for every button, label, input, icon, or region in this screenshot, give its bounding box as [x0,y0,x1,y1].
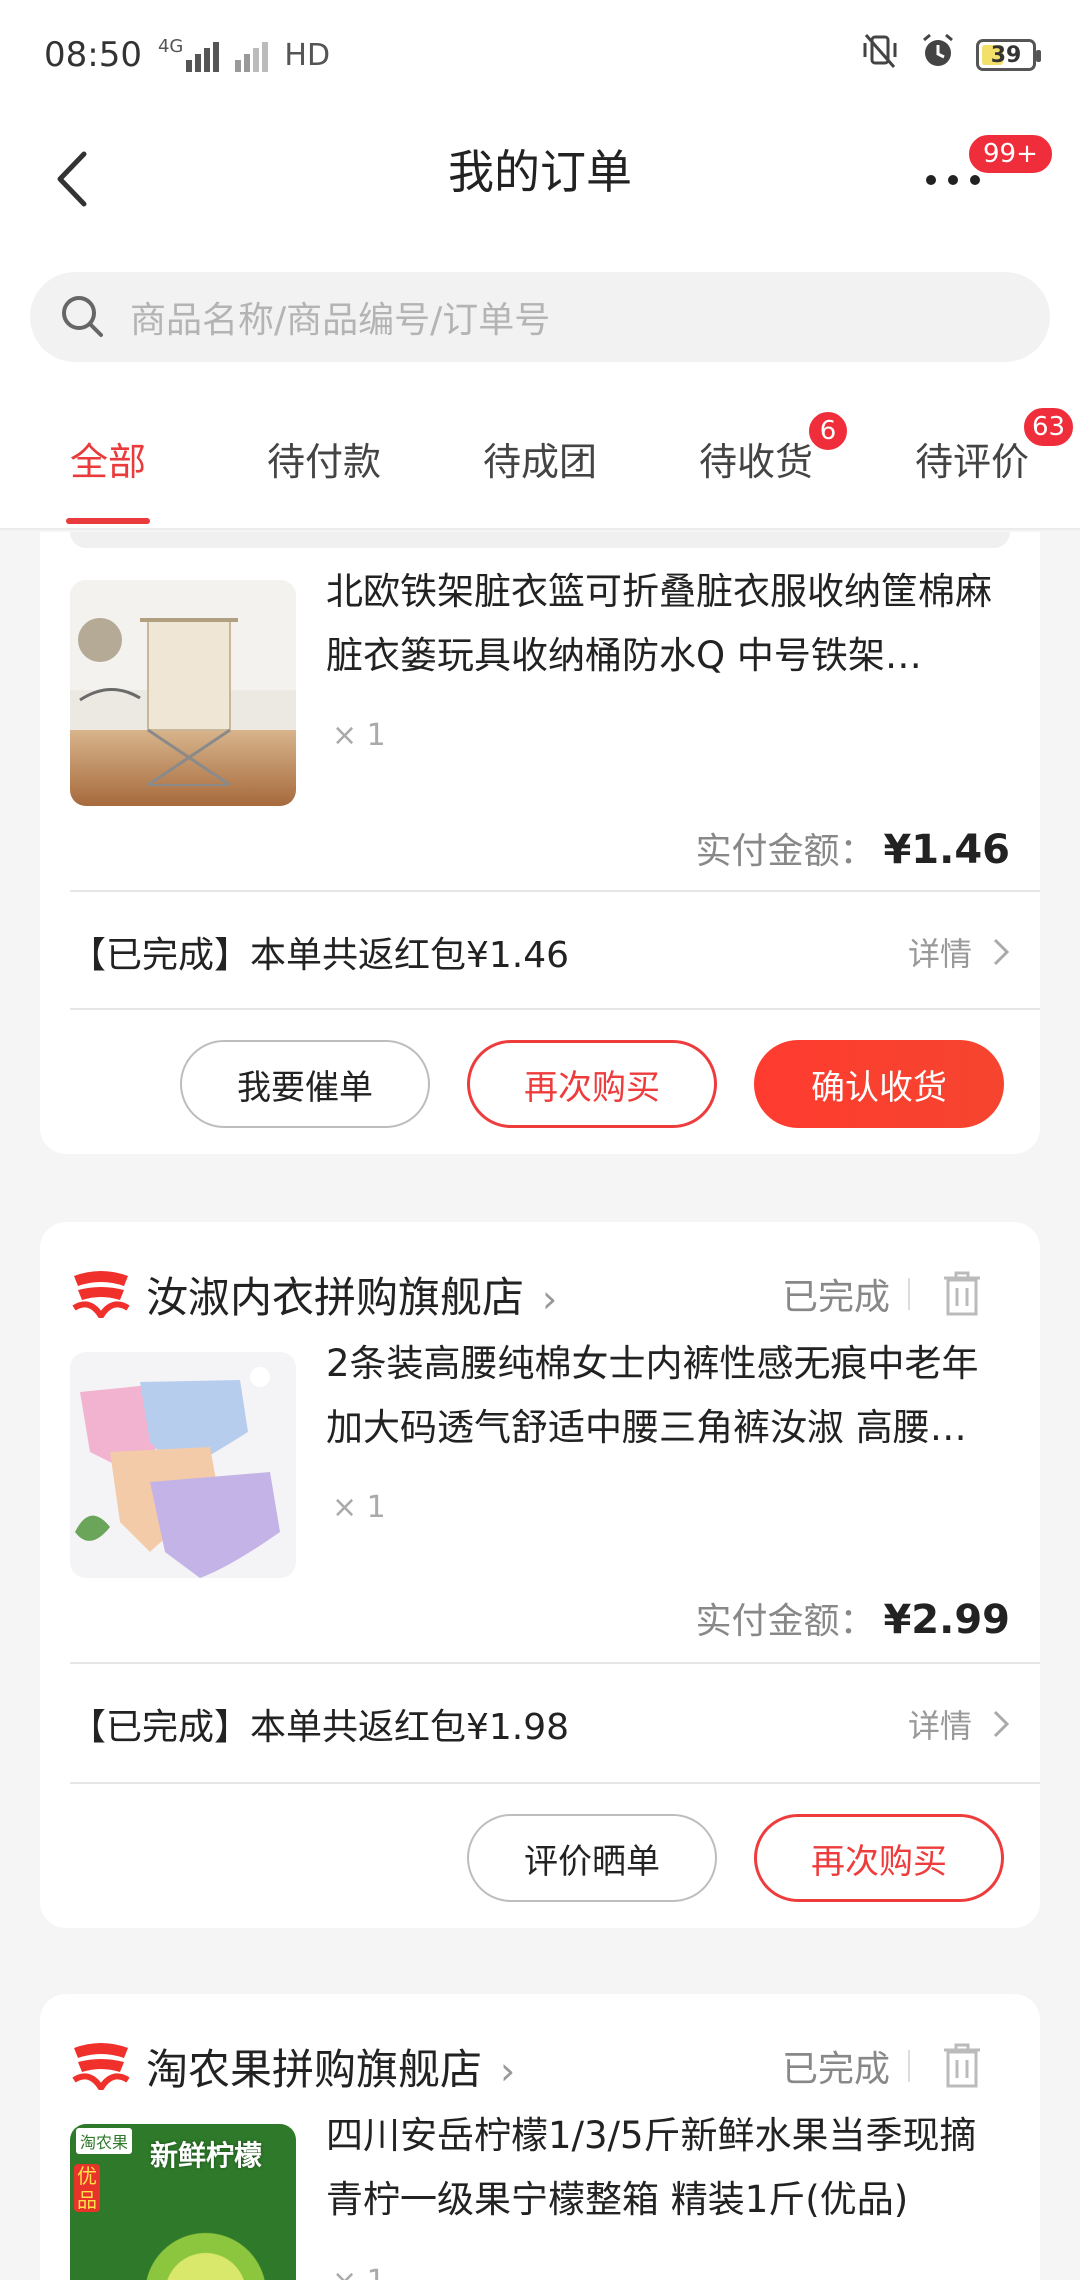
image-title: 新鲜柠檬 [150,2139,263,2172]
shop-logo-icon [72,2043,130,2090]
search-placeholder: 商品名称/商品编号/订单号 [130,300,551,341]
rebate-text: 【已完成】本单共返红包¥1.46 [70,935,570,976]
confirm-receipt-button[interactable]: 确认收货 [754,1040,1004,1128]
order-status: 已完成 [781,2049,890,2090]
review-button[interactable]: 评价晒单 [467,1814,717,1902]
order-card[interactable]: 淘农果拼购旗舰店 › 已完成 淘农果 新鲜柠檬 优品 四川安岳柠檬1/3/5斤新鲜… [40,1994,1040,2280]
detail-link[interactable]: 详情 [908,1701,1010,1747]
search-input[interactable]: 商品名称/商品编号/订单号 [30,272,1050,362]
product-title[interactable]: 2条装高腰纯棉女士内裤性感无痕中老年加大码透气舒适中腰三角裤汝淑 高腰… [326,1332,1010,1460]
tab-label: 待评价 [914,439,1029,484]
detail-label: 详情 [907,935,972,973]
product-image[interactable] [70,1352,296,1578]
paid-amount: ¥1.46 [883,827,1010,873]
paid-row: 实付金额： ¥2.99 [695,1592,1010,1644]
hd-indicator: HD [284,37,331,73]
detail-link[interactable]: 详情 [908,929,1010,975]
battery-level: 39 [990,42,1022,68]
shop-name-text: 淘农果拼购旗舰店 [146,2045,483,2094]
app-header: 我的订单 99+ [0,110,1080,270]
status-right: 39 [860,31,1041,80]
search-icon [62,296,103,337]
paid-row: 实付金额： ¥1.46 [695,822,1010,874]
paid-amount: ¥2.99 [883,1597,1010,1643]
shop-name[interactable]: 淘农果拼购旗舰店 › [146,2036,515,2097]
tab-label: 待付款 [266,439,381,484]
status-time: 08:50 [44,35,142,75]
divider [70,1662,1040,1664]
battery-icon: 39 [976,39,1041,71]
divider [70,1008,1040,1010]
status-left: 08:50 4G HD [44,35,330,75]
tab-all[interactable]: 全部 [0,388,216,528]
product-image[interactable] [70,580,296,806]
product-quantity: × 1 [332,1490,386,1525]
tab-label: 待成团 [482,439,597,484]
tab-pending-payment[interactable]: 待付款 [216,388,432,528]
status-bar: 08:50 4G HD 39 [0,0,1080,110]
laundry-basket-image [70,580,296,806]
image-brand: 淘农果 [76,2128,133,2154]
signal-2-icon [235,38,269,72]
trash-icon[interactable] [940,1268,984,1318]
order-status: 已完成 [781,1277,890,1318]
trash-icon[interactable] [940,2040,984,2090]
rebate-text: 【已完成】本单共返红包¥1.98 [70,1707,570,1748]
shop-name-text: 汝淑内衣拼购旗舰店 [146,1273,525,1322]
product-title[interactable]: 北欧铁架脏衣篮可折叠脏衣服收纳筐棉麻脏衣篓玩具收纳桶防水Q 中号铁架… [326,560,1010,688]
divider [908,2050,910,2082]
divider [908,1278,910,1310]
tab-label: 全部 [69,439,146,484]
pending-review-badge: 63 [1022,406,1076,448]
order-card[interactable]: 北欧铁架脏衣篮可折叠脏衣服收纳筐棉麻脏衣篓玩具收纳桶防水Q 中号铁架… × 1 … [40,532,1040,1154]
paid-label: 实付金额： [695,831,876,872]
shop-logo-icon [72,1271,130,1318]
product-title[interactable]: 四川安岳柠檬1/3/5斤新鲜水果当季现摘青柠一级果宁檬整箱 精装1斤(优品) [326,2104,1010,2232]
tab-pending-receipt[interactable]: 待收货 [648,388,864,528]
shop-row[interactable]: 汝淑内衣拼购旗舰店 › 已完成 [70,1262,1010,1322]
product-quantity: × 1 [332,2264,386,2280]
card-top-edge [70,532,1010,548]
order-tabs: 全部 待付款 待成团 待收货 6 待评价 63 [0,388,1080,530]
message-count-badge: 99+ [966,132,1055,176]
tab-label: 待收货 [698,439,813,484]
chevron-right-icon [993,1710,1010,1738]
product-quantity: × 1 [332,718,386,753]
chevron-right-icon: › [500,2049,516,2093]
shop-row[interactable]: 淘农果拼购旗舰店 › 已完成 [70,2034,1010,2094]
alarm-icon [918,31,958,80]
divider [70,1782,1040,1784]
image-badge: 优品 [74,2164,100,2212]
tab-active-indicator [66,518,150,524]
buy-again-button[interactable]: 再次购买 [467,1040,717,1128]
underwear-image [70,1352,296,1578]
product-image[interactable]: 淘农果 新鲜柠檬 优品 [70,2124,296,2280]
order-card[interactable]: 汝淑内衣拼购旗舰店 › 已完成 2条装高腰纯棉女士内裤性感无痕中老年加大码透气舒适… [40,1222,1040,1928]
rebate-row[interactable]: 【已完成】本单共返红包¥1.98 详情 [70,1684,1010,1764]
tab-pending-group[interactable]: 待成团 [432,388,648,528]
network-type-label: 4G [157,36,184,57]
chevron-right-icon: › [542,1277,558,1321]
buy-again-button[interactable]: 再次购买 [754,1814,1004,1902]
chevron-right-icon [993,938,1010,966]
lemon-image: 淘农果 新鲜柠檬 优品 [70,2124,296,2280]
detail-label: 详情 [907,1707,972,1745]
divider [70,890,1040,892]
shop-name[interactable]: 汝淑内衣拼购旗舰店 › [146,1264,557,1325]
rebate-row[interactable]: 【已完成】本单共返红包¥1.46 详情 [70,912,1010,992]
urge-shipment-button[interactable]: 我要催单 [180,1040,430,1128]
signal-icon: 4G [157,36,220,72]
vibrate-mute-icon [860,31,900,80]
paid-label: 实付金额： [695,1601,876,1642]
pending-receipt-badge: 6 [807,410,849,452]
page-title: 我的订单 [448,145,632,199]
